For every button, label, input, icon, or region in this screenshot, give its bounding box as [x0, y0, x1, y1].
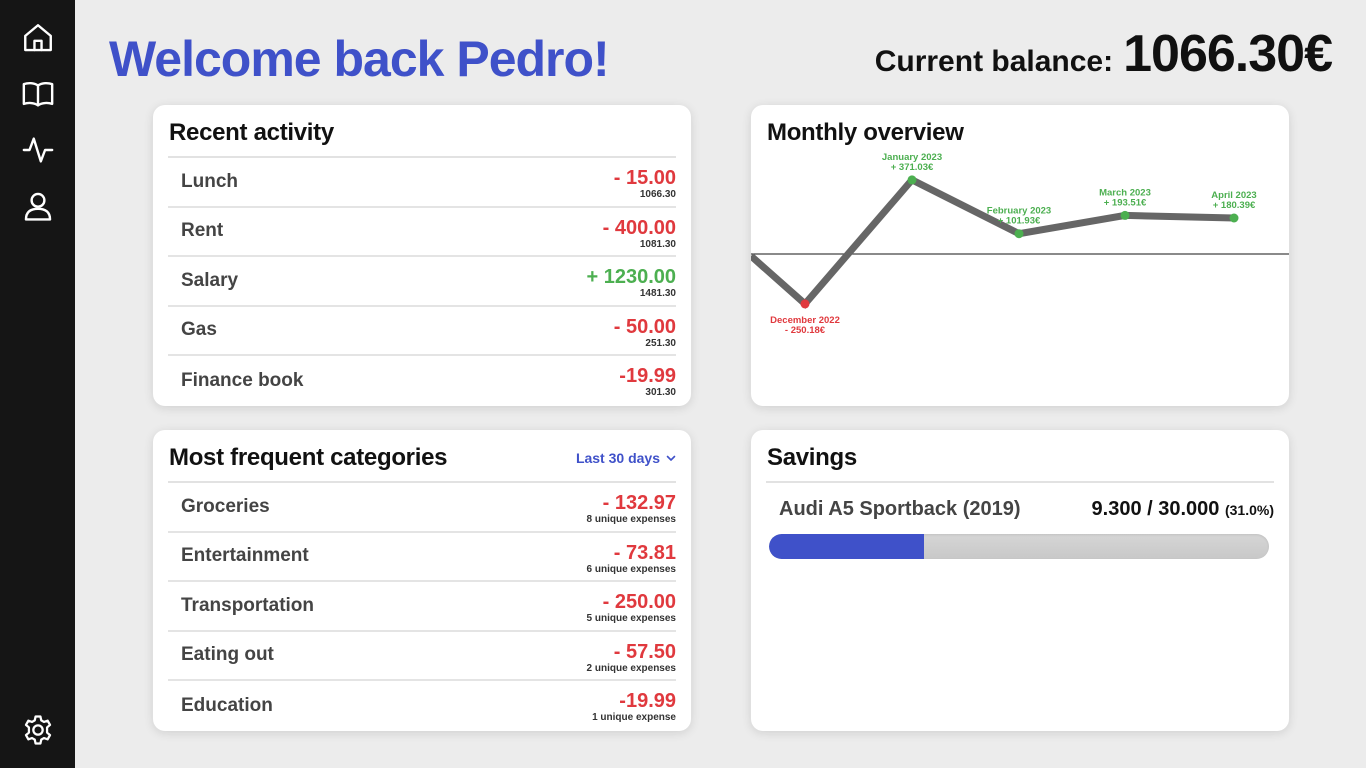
activity-balance: 1066.30 — [639, 189, 676, 200]
activity-label: Gas — [181, 319, 217, 341]
category-row[interactable]: Eating out - 57.50 2 unique expenses — [168, 632, 676, 681]
categories-list: Groceries - 132.97 8 unique expenses Ent… — [168, 483, 676, 731]
categories-card: Most frequent categories Last 30 days Gr… — [153, 430, 691, 731]
savings-card: Savings Audi A5 Sportback (2019) 9.300 /… — [751, 430, 1289, 731]
activity-balance: 301.30 — [645, 387, 676, 398]
activity-row[interactable]: Rent - 400.00 1081.30 — [168, 208, 676, 257]
user-icon[interactable] — [20, 188, 56, 224]
activity-row[interactable]: Finance book -19.99 301.30 — [168, 356, 676, 406]
data-point — [800, 299, 810, 309]
point-value-label: + 101.93€ — [998, 216, 1041, 227]
balance-value: 1066.30€ — [1123, 25, 1333, 83]
category-label: Eating out — [181, 644, 274, 666]
activity-label: Finance book — [181, 369, 304, 391]
savings-amount-value: 9.300 / 30.000 — [1091, 498, 1220, 520]
category-amount: - 73.81 — [613, 541, 676, 564]
point-value-label: + 180.39€ — [1213, 200, 1256, 211]
monthly-overview-card: Monthly overview December 2022- 250.18€ J… — [751, 105, 1289, 406]
activity-balance: 1081.30 — [639, 238, 676, 250]
welcome-title: Welcome back Pedro! — [109, 31, 610, 87]
activity-row[interactable]: Gas - 50.00 251.30 — [168, 307, 676, 356]
category-label: Groceries — [181, 495, 270, 517]
activity-balance: 251.30 — [645, 337, 676, 349]
data-point — [907, 175, 917, 185]
book-icon[interactable] — [20, 76, 56, 112]
current-balance: Current balance: 1066.30€ — [874, 24, 1333, 84]
divider — [766, 481, 1274, 483]
category-label: Entertainment — [181, 545, 309, 567]
recent-activity-list: Lunch - 15.00 1066.30 Rent - 400.00 1081… — [168, 158, 676, 406]
data-point — [1014, 229, 1024, 239]
savings-progress-fill — [769, 534, 924, 559]
recent-activity-card: Recent activity Lunch - 15.00 1066.30 Re… — [153, 105, 691, 406]
balance-label: Current balance: — [874, 45, 1114, 78]
activity-label: Lunch — [181, 170, 238, 192]
category-label: Education — [181, 694, 273, 716]
category-count: 8 unique expenses — [586, 514, 676, 525]
category-count: 5 unique expenses — [586, 613, 676, 624]
sidebar — [0, 0, 75, 768]
monthly-overview-chart: December 2022- 250.18€January 2023+ 371.… — [751, 152, 1289, 336]
savings-goal-amount: 9.300 / 30.000 (31.0%) — [1092, 498, 1274, 521]
savings-title: Savings — [767, 444, 857, 471]
category-count: 2 unique expenses — [586, 662, 676, 674]
point-value-label: - 250.18€ — [785, 325, 826, 336]
activity-amount: + 1230.00 — [586, 266, 676, 288]
savings-goal-name: Audi A5 Sportback (2019) — [779, 498, 1021, 520]
activity-icon[interactable] — [20, 132, 56, 168]
category-count: 6 unique expenses — [586, 563, 676, 575]
point-value-label: + 193.51€ — [1104, 197, 1147, 208]
category-row[interactable]: Transportation - 250.00 5 unique expense… — [168, 582, 676, 632]
categories-title: Most frequent categories — [169, 444, 448, 471]
period-filter-label: Last 30 days — [575, 450, 660, 466]
category-amount: - 57.50 — [613, 640, 676, 663]
activity-balance: 1481.30 — [639, 288, 676, 299]
category-label: Transportation — [181, 594, 315, 616]
activity-label: Salary — [181, 269, 239, 291]
period-filter-dropdown[interactable]: Last 30 days — [576, 450, 677, 466]
activity-amount: - 50.00 — [613, 315, 676, 338]
category-count: 1 unique expense — [592, 712, 676, 723]
category-row[interactable]: Entertainment - 73.81 6 unique expenses — [168, 533, 676, 582]
category-row[interactable]: Education -19.99 1 unique expense — [168, 681, 676, 731]
category-row[interactable]: Groceries - 132.97 8 unique expenses — [168, 483, 676, 533]
home-icon[interactable] — [20, 20, 56, 56]
activity-row[interactable]: Salary + 1230.00 1481.30 — [168, 257, 676, 307]
category-amount: -19.99 — [619, 690, 676, 712]
category-amount: - 250.00 — [602, 591, 676, 613]
activity-amount: - 400.00 — [602, 216, 676, 239]
gear-icon[interactable] — [20, 712, 56, 748]
activity-row[interactable]: Lunch - 15.00 1066.30 — [168, 158, 676, 208]
data-point — [1229, 213, 1239, 223]
activity-label: Rent — [181, 220, 224, 242]
savings-percent: (31.0%) — [1224, 502, 1274, 518]
chevron-down-icon — [666, 455, 676, 461]
data-point — [1120, 210, 1130, 220]
activity-amount: - 15.00 — [613, 167, 676, 189]
recent-activity-title: Recent activity — [169, 119, 334, 146]
point-value-label: + 371.03€ — [891, 162, 934, 173]
category-amount: - 132.97 — [602, 492, 676, 514]
activity-amount: -19.99 — [619, 365, 676, 387]
series-line — [751, 175, 1235, 309]
savings-progress-bar — [769, 534, 1269, 559]
